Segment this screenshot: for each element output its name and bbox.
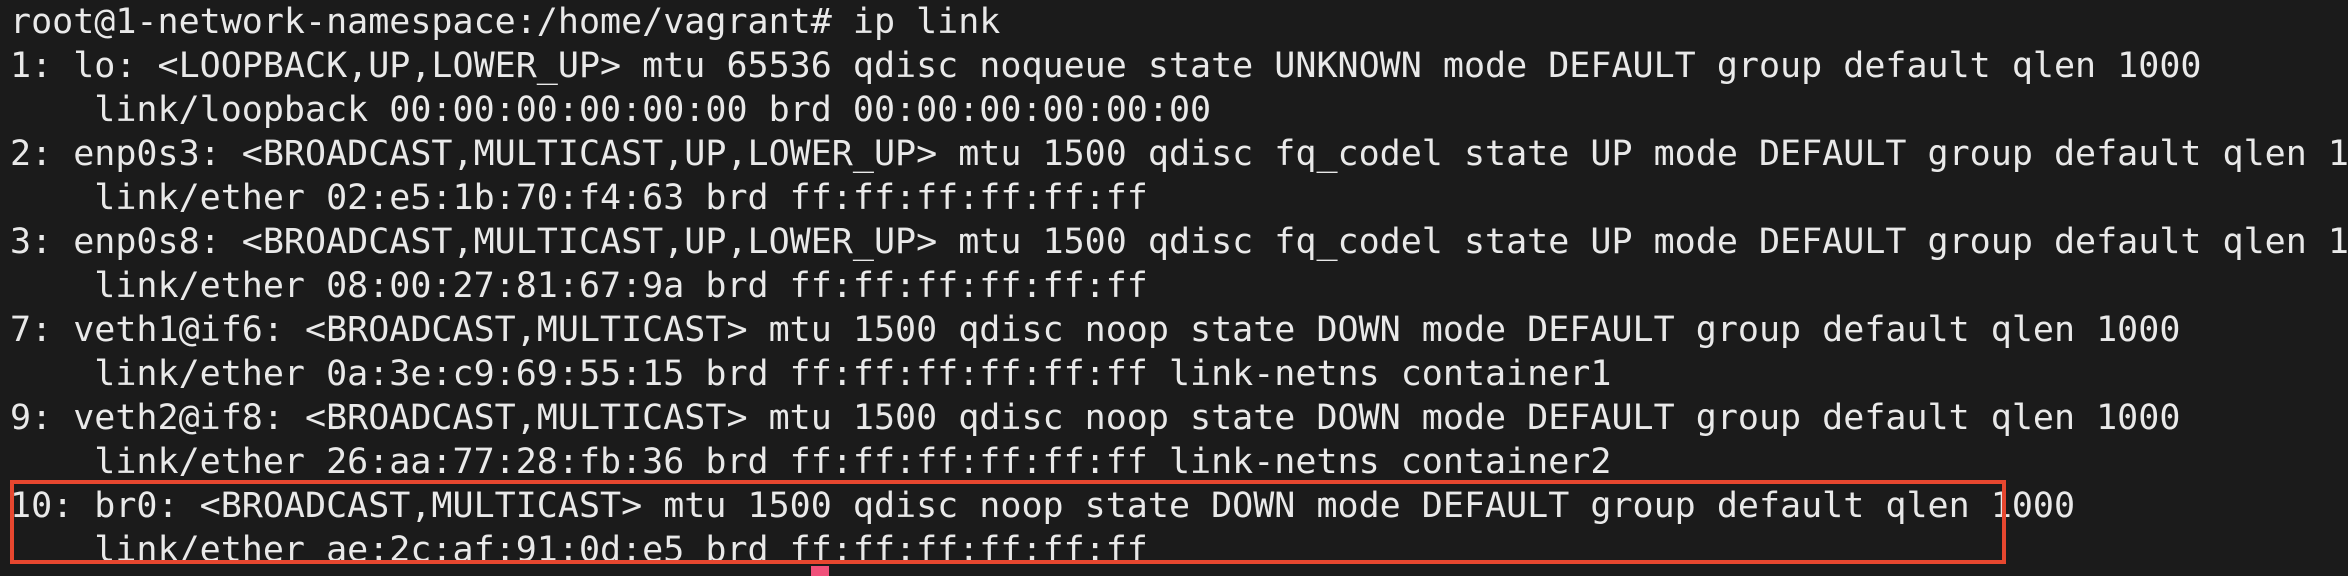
output-line-veth1: 7: veth1@if6: <BROADCAST,MULTICAST> mtu … (10, 310, 2181, 350)
output-line-enp0s8-link: link/ether 08:00:27:81:67:9a brd ff:ff:f… (10, 266, 1148, 306)
output-line-enp0s3-link: link/ether 02:e5:1b:70:f4:63 brd ff:ff:f… (10, 178, 1148, 218)
br0-highlight-box (10, 480, 2006, 564)
terminal-prompt-line: root@1-network-namespace:/home/vagrant# … (10, 2, 1001, 42)
terminal-window[interactable]: root@1-network-namespace:/home/vagrant# … (0, 0, 2348, 576)
output-line-lo-link: link/loopback 00:00:00:00:00:00 brd 00:0… (10, 90, 1212, 130)
output-line-veth2: 9: veth2@if8: <BROADCAST,MULTICAST> mtu … (10, 398, 2181, 438)
output-line-enp0s3: 2: enp0s3: <BROADCAST,MULTICAST,UP,LOWER… (10, 134, 2348, 174)
output-line-veth1-link: link/ether 0a:3e:c9:69:55:15 brd ff:ff:f… (10, 354, 1612, 394)
terminal-cursor (811, 566, 829, 576)
output-line-lo: 1: lo: <LOOPBACK,UP,LOWER_UP> mtu 65536 … (10, 46, 2202, 86)
output-line-enp0s8: 3: enp0s8: <BROADCAST,MULTICAST,UP,LOWER… (10, 222, 2348, 262)
output-line-veth2-link: link/ether 26:aa:77:28:fb:36 brd ff:ff:f… (10, 442, 1612, 482)
